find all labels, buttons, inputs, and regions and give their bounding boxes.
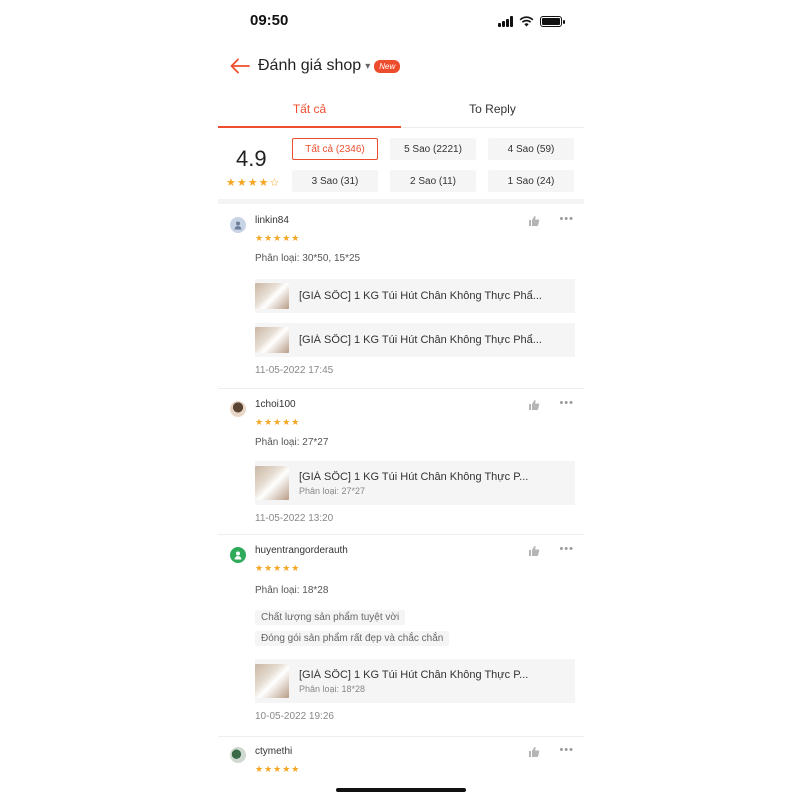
product-card[interactable]: [GIÁ SỐC] 1 KG Túi Hút Chân Không Thực P… (255, 461, 575, 505)
product-name: [GIÁ SỐC] 1 KG Túi Hút Chân Không Thực P… (299, 470, 529, 483)
product-variant: Phân loại: 27*27 (299, 485, 366, 496)
filter-all[interactable]: Tất cả (2346) (292, 138, 378, 160)
status-time: 09:50 (250, 12, 289, 29)
product-thumbnail (255, 327, 289, 353)
avatar (230, 747, 246, 763)
more-options-icon[interactable]: ••• (559, 213, 574, 225)
thumbs-up-icon[interactable] (528, 215, 540, 227)
average-stars: ★★★★☆ (226, 176, 280, 189)
tab-bar: Tất cả To Reply (218, 92, 584, 128)
product-card[interactable]: [GIÁ SỐC] 1 KG Túi Hút Chân Không Thực P… (255, 659, 575, 703)
product-variant: Phân loại: 18*28 (299, 683, 366, 694)
review-stars: ★★★★★ (255, 233, 301, 243)
thumbs-up-icon[interactable] (528, 545, 540, 557)
review-item: ctymethi ★★★★★ ••• (218, 737, 584, 777)
status-bar: 09:50 (218, 10, 584, 34)
wifi-icon (519, 16, 534, 27)
more-options-icon[interactable]: ••• (559, 744, 574, 756)
filter-4-star[interactable]: 4 Sao (59) (488, 138, 574, 160)
reviewer-name[interactable]: linkin84 (255, 215, 289, 226)
home-indicator[interactable] (336, 788, 466, 792)
product-thumbnail (255, 283, 289, 309)
product-name: [GIÁ SỐC] 1 KG Túi Hút Chân Không Thực P… (299, 668, 529, 681)
avatar (230, 401, 246, 417)
user-icon (234, 221, 242, 230)
review-variant: Phân loại: 18*28 (255, 585, 329, 596)
status-icons (498, 15, 565, 27)
filter-5-star[interactable]: 5 Sao (2221) (390, 138, 476, 160)
thumbs-up-icon[interactable] (528, 746, 540, 758)
avatar (230, 547, 246, 563)
new-badge: New (374, 59, 401, 73)
review-time: 11-05-2022 17:45 (255, 365, 334, 376)
arrow-left-icon (230, 58, 250, 74)
thumbs-up-icon[interactable] (528, 399, 540, 411)
review-item: 1choi100 ★★★★★ ••• Phân loại: 27*27 [GIÁ… (218, 389, 584, 535)
reviewer-name[interactable]: ctymethi (255, 746, 292, 757)
more-options-icon[interactable]: ••• (559, 397, 574, 409)
back-button[interactable] (226, 52, 254, 80)
product-card[interactable]: [GIÁ SỐC] 1 KG Túi Hút Chân Không Thực P… (255, 323, 575, 357)
product-thumbnail (255, 466, 289, 500)
top-header: Đánh giá shop ▾ New (218, 46, 584, 86)
review-item: linkin84 ★★★★★ ••• Phân loại: 30*50, 15*… (218, 205, 584, 389)
more-options-icon[interactable]: ••• (559, 543, 574, 555)
user-icon (234, 551, 242, 560)
tab-to-reply[interactable]: To Reply (401, 92, 584, 127)
product-name: [GIÁ SỐC] 1 KG Túi Hút Chân Không Thực P… (299, 290, 542, 302)
signal-icon (498, 16, 513, 27)
review-tag: Chất lượng sản phẩm tuyệt vời (255, 610, 406, 625)
filter-1-star[interactable]: 1 Sao (24) (488, 170, 574, 192)
reviewer-name[interactable]: 1choi100 (255, 399, 296, 410)
review-stars: ★★★★★ (255, 417, 301, 427)
chevron-down-icon[interactable]: ▾ (365, 61, 370, 72)
product-name: [GIÁ SỐC] 1 KG Túi Hút Chân Không Thực P… (299, 334, 542, 346)
review-time: 11-05-2022 13:20 (255, 513, 334, 524)
review-variant: Phân loại: 27*27 (255, 437, 329, 448)
product-thumbnail (255, 664, 289, 698)
review-tag: Đóng gói sản phẩm rất đẹp và chắc chắn (255, 631, 450, 646)
filter-2-star[interactable]: 2 Sao (11) (390, 170, 476, 192)
product-card[interactable]: [GIÁ SỐC] 1 KG Túi Hút Chân Không Thực P… (255, 279, 575, 313)
review-variant: Phân loại: 30*50, 15*25 (255, 253, 361, 264)
battery-icon (540, 16, 565, 27)
review-stars: ★★★★★ (255, 764, 301, 774)
filter-3-star[interactable]: 3 Sao (31) (292, 170, 378, 192)
review-item: huyentrangorderauth ★★★★★ ••• Phân loại:… (218, 535, 584, 737)
rating-summary: 4.9 ★★★★☆ Tất cả (2346) 5 Sao (2221) 4 S… (218, 128, 584, 204)
star-rating: ★★★★☆ (226, 177, 281, 189)
page-title: Đánh giá shop (258, 57, 362, 74)
avatar (230, 217, 246, 233)
reviewer-name[interactable]: huyentrangorderauth (255, 545, 348, 556)
average-score: 4.9 (236, 146, 267, 171)
review-time: 10-05-2022 19:26 (255, 711, 334, 722)
tab-all[interactable]: Tất cả (218, 92, 401, 128)
review-stars: ★★★★★ (255, 563, 301, 573)
